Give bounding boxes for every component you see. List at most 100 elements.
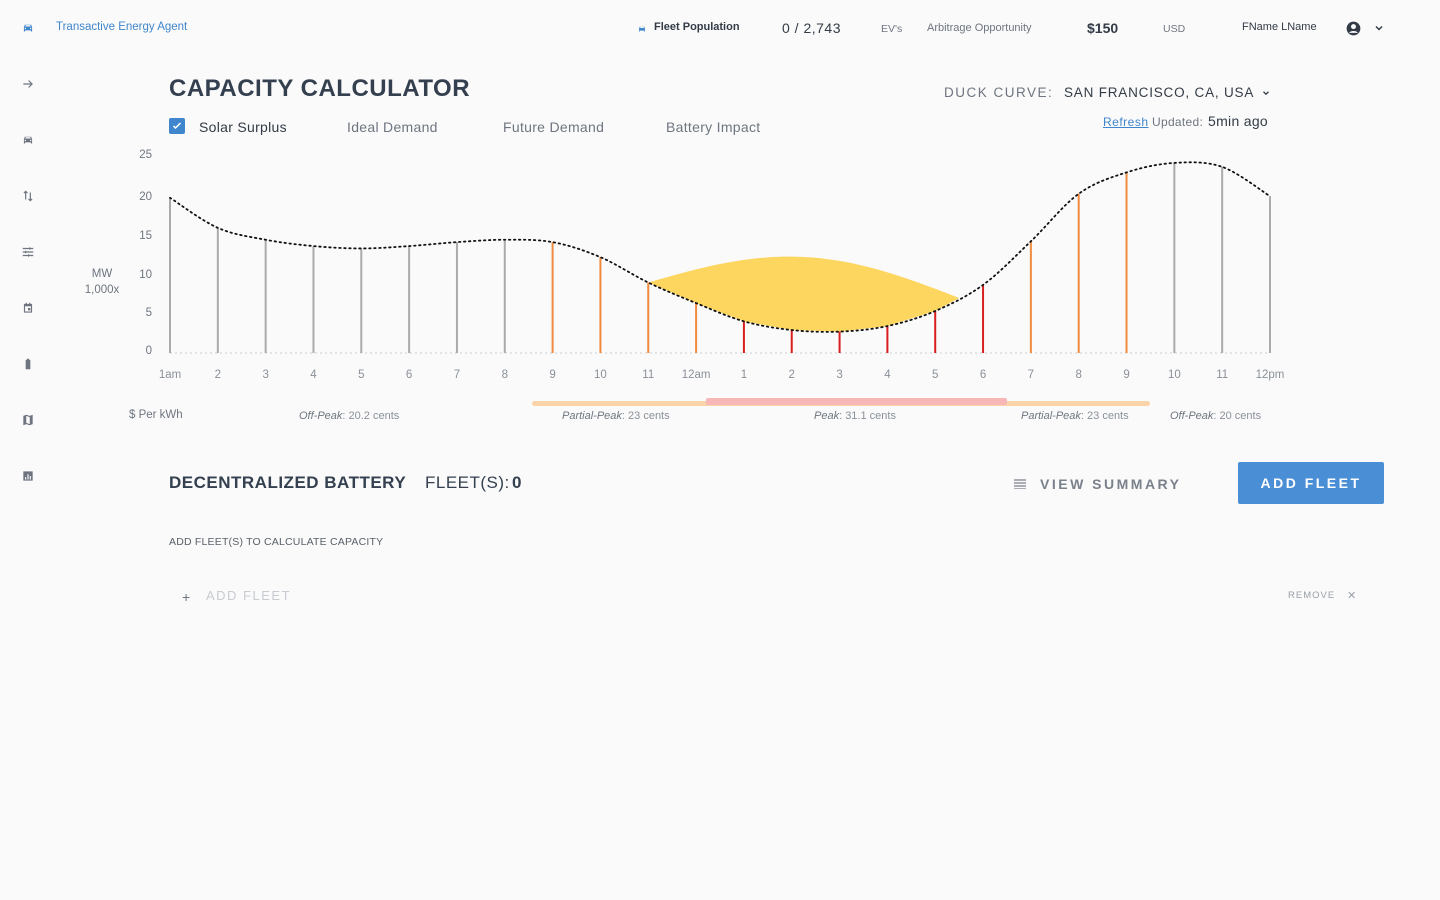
rate-period-bar-partial-peak [532, 401, 1150, 406]
x-tick-label: 1 [741, 369, 747, 381]
y-axis-label-scale: 1,000x [84, 284, 120, 296]
fleet-population-value: 0 / 2,743 [782, 20, 841, 36]
rate-name: Peak [814, 410, 840, 422]
check-icon [172, 122, 182, 130]
chevron-down-icon[interactable] [1261, 88, 1271, 98]
y-tick-label: 0 [146, 345, 152, 357]
x-tick-label: 5 [358, 369, 364, 381]
arbitrage-label: Arbitrage Opportunity [927, 22, 1032, 34]
tab-ideal-demand[interactable]: Ideal Demand [347, 119, 438, 135]
y-tick-label: 10 [139, 269, 152, 281]
rate-period-bar-peak [706, 398, 1007, 405]
solar-surplus-checkbox[interactable] [169, 118, 185, 134]
rate-partial-peak: Partial-Peak: 23 cents [562, 410, 670, 422]
swap-vertical-icon[interactable] [18, 186, 38, 206]
refresh-link[interactable]: Refresh [1103, 115, 1149, 129]
user-name[interactable]: FName LName [1242, 21, 1317, 33]
y-tick-label: 15 [139, 230, 152, 242]
x-tick-label: 1am [159, 369, 181, 381]
x-tick-label: 8 [1075, 369, 1081, 381]
fleets-count: 0 [512, 473, 522, 492]
x-tick-label: 2 [215, 369, 221, 381]
plus-icon[interactable]: + [182, 589, 190, 605]
rate-value: : 31.1 cents [839, 410, 896, 422]
y-axis-label: MW 1,000x [82, 266, 122, 298]
view-summary-label: VIEW SUMMARY [1040, 476, 1182, 492]
rate-name: Partial-Peak [1021, 410, 1081, 422]
x-tick-label: 7 [454, 369, 460, 381]
updated-label: Updated: [1152, 115, 1204, 129]
section-title: DECENTRALIZED BATTERY [169, 473, 407, 492]
tab-future-demand[interactable]: Future Demand [503, 119, 604, 135]
rate-value: : 20 cents [1213, 410, 1262, 422]
rate-value: : 23 cents [621, 410, 670, 422]
rate-off-peak: Off-Peak: 20.2 cents [299, 410, 399, 422]
arrow-right-icon[interactable] [18, 74, 38, 94]
x-tick-label: 6 [980, 369, 986, 381]
add-fleet-input[interactable] [206, 588, 506, 603]
add-fleet-button[interactable]: ADD FLEET [1238, 462, 1384, 504]
x-tick-label: 10 [1168, 369, 1181, 381]
x-tick-label: 6 [406, 369, 412, 381]
rate-name: Partial-Peak [562, 410, 622, 422]
x-tick-label: 4 [310, 369, 317, 381]
rate-name: Off-Peak [1170, 410, 1214, 422]
x-tick-label: 5 [932, 369, 938, 381]
tab-solar-surplus[interactable]: Solar Surplus [199, 119, 287, 135]
x-tick-label: 11 [1216, 369, 1228, 381]
map-icon[interactable] [18, 410, 38, 430]
updated-value: 5min ago [1208, 113, 1268, 129]
fleet-population-label: Fleet Population [654, 21, 740, 33]
sliders-icon[interactable] [18, 242, 38, 262]
x-tick-label: 3 [836, 369, 842, 381]
rate-off-peak: Off-Peak: 20 cents [1170, 410, 1261, 422]
rate-title: $ Per kWh [129, 409, 183, 421]
rate-peak: Peak: 31.1 cents [814, 410, 896, 422]
remove-button[interactable]: REMOVE [1288, 590, 1335, 601]
evs-label: EV's [881, 23, 903, 35]
fleets-label: FLEET(S): [425, 473, 510, 492]
account-circle-icon[interactable] [1346, 21, 1361, 36]
arbitrage-value: $150 [1087, 20, 1119, 36]
x-tick-label: 11 [642, 369, 654, 381]
currency-label: USD [1163, 23, 1186, 35]
add-fleet-hint: ADD FLEET(S) TO CALCULATE CAPACITY [169, 536, 384, 548]
car-icon[interactable] [18, 130, 38, 150]
y-tick-label: 20 [139, 191, 152, 203]
x-tick-label: 7 [1028, 369, 1034, 381]
calendar-icon[interactable] [18, 298, 38, 318]
rate-value: : 20.2 cents [342, 410, 400, 422]
x-tick-label: 12am [682, 369, 711, 381]
top-bar: Transactive Energy Agent Fleet Populatio… [0, 0, 1440, 56]
solar-surplus-area [648, 256, 960, 332]
x-tick-label: 9 [549, 369, 555, 381]
y-tick-label: 25 [139, 149, 152, 161]
page-title: CAPACITY CALCULATOR [169, 75, 471, 102]
view-summary-button[interactable]: VIEW SUMMARY [1014, 474, 1181, 494]
y-tick-label: 5 [146, 307, 152, 319]
bar-chart-icon[interactable] [18, 466, 38, 486]
close-icon[interactable]: ✕ [1347, 589, 1356, 602]
sidebar [0, 0, 56, 900]
x-tick-label: 2 [789, 369, 795, 381]
x-tick-label: 9 [1123, 369, 1129, 381]
duck-curve-label: DUCK CURVE: [944, 85, 1054, 100]
duck-curve-chart: 0 5 10 15 20 25 1am 2 3 4 5 6 7 8 9 10 11 12am 1 2 3 4 5 6 7 8 9 10… [139, 149, 1285, 406]
rate-partial-peak: Partial-Peak: 23 cents [1021, 410, 1129, 422]
list-icon [1014, 479, 1026, 489]
y-axis-label-unit: MW [91, 268, 113, 280]
x-tick-label: 3 [262, 369, 268, 381]
x-tick-label: 8 [502, 369, 508, 381]
app-title[interactable]: Transactive Energy Agent [56, 21, 187, 33]
duck-curve-select[interactable]: SAN FRANCISCO, CA, USA [1064, 85, 1254, 100]
x-tick-label: 4 [884, 369, 891, 381]
battery-icon[interactable] [18, 354, 38, 374]
tab-battery-impact[interactable]: Battery Impact [666, 119, 760, 135]
chevron-down-icon[interactable] [1373, 22, 1385, 34]
x-tick-label: 10 [594, 369, 607, 381]
rate-value: : 23 cents [1080, 410, 1129, 422]
rate-name: Off-Peak [299, 410, 343, 422]
x-tick-label: 12pm [1256, 369, 1285, 381]
car-icon [639, 26, 645, 32]
demand-curve-line [169, 161, 1271, 333]
